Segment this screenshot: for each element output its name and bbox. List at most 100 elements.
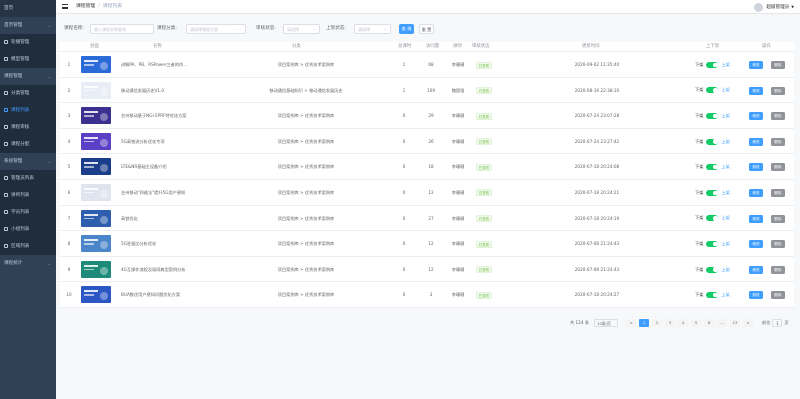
- delete-button[interactable]: 删除: [771, 137, 785, 146]
- shelf-up-label[interactable]: 上架: [721, 267, 729, 273]
- sidebar-item-8[interactable]: 课程分配: [0, 136, 56, 153]
- shelf-up-label[interactable]: 上架: [721, 62, 729, 68]
- shelf-down-label[interactable]: 下架: [695, 241, 703, 247]
- next-page-button[interactable]: >: [743, 319, 754, 327]
- edit-button[interactable]: 修改: [749, 214, 763, 223]
- shelf-toggle[interactable]: [706, 292, 719, 299]
- edit-button[interactable]: 修改: [749, 188, 763, 197]
- shelf-toggle[interactable]: [706, 87, 719, 94]
- shelf-up-label[interactable]: 上架: [721, 241, 729, 247]
- shelf-up-label[interactable]: 上架: [721, 215, 729, 221]
- shelf-down-label[interactable]: 下架: [695, 292, 703, 298]
- edit-button[interactable]: 修改: [749, 265, 763, 274]
- sidebar-item-1[interactable]: 首页管理 ⌄: [0, 17, 56, 34]
- caret-down-icon[interactable]: ▼: [791, 5, 794, 9]
- breadcrumb-item[interactable]: 课程管理: [76, 4, 95, 9]
- prev-page-button[interactable]: <: [626, 319, 637, 327]
- shelf-up-label[interactable]: 上架: [721, 190, 729, 196]
- sidebar-item-2[interactable]: 轮播管理: [0, 34, 56, 51]
- sidebar-item-0[interactable]: 首页: [0, 0, 56, 17]
- page-button[interactable]: 3: [665, 319, 676, 327]
- status-badge: 已发布: [475, 291, 493, 299]
- shelf-toggle[interactable]: [706, 138, 719, 145]
- audit-status-select[interactable]: 请选择: [283, 24, 320, 34]
- page-ellipsis[interactable]: ...: [717, 319, 728, 327]
- cover-graphic: [100, 292, 108, 301]
- sidebar-item-11[interactable]: 讲师列表: [0, 187, 56, 204]
- edit-button[interactable]: 修改: [749, 137, 763, 146]
- table-row: 6 台州移动"四维法"提升5G用户感知 项目案例库 > 优秀技术案例库 0 12 李珊珊 已…: [60, 180, 794, 206]
- search-button[interactable]: 查 询: [399, 24, 414, 34]
- shelf-toggle[interactable]: [706, 112, 719, 119]
- shelf-toggle[interactable]: [706, 266, 719, 273]
- sidebar-item-5[interactable]: 分类管理: [0, 85, 56, 102]
- edit-button[interactable]: 修改: [749, 112, 763, 121]
- delete-button[interactable]: 删除: [771, 214, 785, 223]
- shelf-down-label[interactable]: 下架: [695, 139, 703, 145]
- shelf-toggle[interactable]: [706, 240, 719, 247]
- shelf-toggle-group: 下架 上架: [695, 129, 730, 155]
- shelf-status-select[interactable]: 请选择: [354, 24, 391, 34]
- sidebar-item-7[interactable]: 课程审核: [0, 119, 56, 136]
- shelf-up-label[interactable]: 上架: [721, 164, 729, 170]
- delete-button[interactable]: 删除: [771, 265, 785, 274]
- shelf-toggle[interactable]: [706, 215, 719, 222]
- status-badge: 已发布: [475, 61, 493, 69]
- edit-button[interactable]: 修改: [749, 61, 763, 69]
- shelf-down-label[interactable]: 下架: [695, 215, 703, 221]
- delete-button[interactable]: 删除: [771, 86, 785, 95]
- sidebar-item-13[interactable]: 小组列表: [0, 221, 56, 238]
- user-menu[interactable]: 超级管理员 ▼: [754, 2, 794, 12]
- sidebar-item-6[interactable]: 课程列表: [0, 102, 56, 119]
- page-size-select[interactable]: 10条/页: [594, 319, 619, 327]
- delete-button[interactable]: 删除: [771, 188, 785, 197]
- page-button[interactable]: 1: [639, 319, 650, 327]
- sidebar-item-10[interactable]: 管理员列表: [0, 170, 56, 187]
- avatar[interactable]: [754, 2, 764, 12]
- course-name-input[interactable]: 输入课程名称查询: [90, 24, 154, 34]
- shelf-toggle[interactable]: [706, 61, 719, 68]
- sidebar-item-14[interactable]: 区域列表: [0, 238, 56, 255]
- row-index: 8: [67, 241, 71, 247]
- shelf-up-label[interactable]: 上架: [721, 87, 729, 93]
- sidebar-item-9[interactable]: 系统管理 ⌄: [0, 153, 56, 170]
- shelf-down-label[interactable]: 下架: [695, 87, 703, 93]
- shelf-down-label[interactable]: 下架: [695, 62, 703, 68]
- shelf-down-label[interactable]: 下架: [695, 113, 703, 119]
- menu-icon: [4, 141, 8, 146]
- sidebar-item-15[interactable]: 课程统计 ⌄: [0, 255, 56, 272]
- table-row: 1 讲解PA、PB、RSPower三者的作... 项目案例库 > 优秀技术案例库 1 6…: [60, 52, 794, 78]
- sidebar-item-4[interactable]: 课程管理 ⌄: [0, 68, 56, 85]
- edit-button[interactable]: 修改: [749, 163, 763, 172]
- category-select[interactable]: 请选择课程分类: [186, 24, 246, 34]
- username[interactable]: 超级管理员: [766, 4, 789, 10]
- shelf-up-label[interactable]: 上架: [721, 292, 729, 298]
- goto-page-input[interactable]: 1: [772, 319, 783, 327]
- edit-button[interactable]: 修改: [749, 86, 763, 95]
- page-button[interactable]: 4: [678, 319, 689, 327]
- delete-button[interactable]: 删除: [771, 291, 785, 300]
- page-button[interactable]: 13: [730, 319, 741, 327]
- delete-button[interactable]: 删除: [771, 112, 785, 121]
- page-button[interactable]: 2: [652, 319, 663, 327]
- hamburger-icon[interactable]: [62, 4, 68, 9]
- delete-button[interactable]: 删除: [771, 240, 785, 249]
- page-button[interactable]: 6: [704, 319, 715, 327]
- shelf-up-label[interactable]: 上架: [721, 113, 729, 119]
- reset-button[interactable]: 重 置: [419, 24, 434, 34]
- delete-button[interactable]: 删除: [771, 163, 785, 172]
- shelf-down-label[interactable]: 下架: [695, 164, 703, 170]
- sidebar-item-3[interactable]: 模型管理: [0, 51, 56, 68]
- edit-button[interactable]: 修改: [749, 291, 763, 300]
- shelf-down-label[interactable]: 下架: [695, 267, 703, 273]
- table-row: 7 高铁优化 项目案例库 > 优秀技术案例库 0 27 李珊珊 已发布 2020-07-18 …: [60, 206, 794, 232]
- shelf-up-label[interactable]: 上架: [721, 139, 729, 145]
- delete-button[interactable]: 删除: [771, 61, 785, 69]
- edit-button[interactable]: 修改: [749, 240, 763, 249]
- shelf-toggle[interactable]: [706, 189, 719, 196]
- sidebar-item-12[interactable]: 学员列表: [0, 204, 56, 221]
- shelf-toggle[interactable]: [706, 164, 719, 171]
- shelf-down-label[interactable]: 下架: [695, 190, 703, 196]
- page-button[interactable]: 5: [691, 319, 702, 327]
- cover-graphic: [100, 241, 108, 250]
